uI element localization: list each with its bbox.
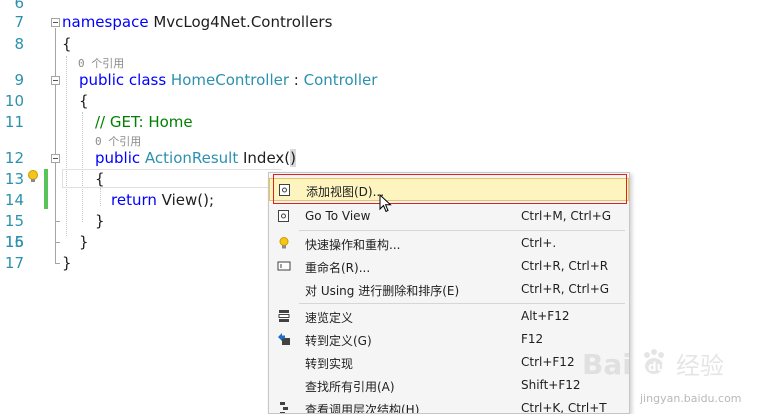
menu-separator — [299, 230, 625, 231]
keyword: namespace — [62, 13, 149, 31]
menu-item-label: 速览定义 — [305, 311, 354, 325]
codelens-references[interactable]: 0 个引用 — [78, 55, 124, 71]
indent-guide — [82, 112, 83, 222]
menu-item-shortcut: Ctrl+F12 — [521, 355, 575, 369]
menu-item-label: Go To View — [305, 209, 371, 223]
menu-item-shortcut: Shift+F12 — [521, 378, 581, 392]
watermark-brand: Bai — [582, 348, 632, 381]
menu-item-shortcut: Ctrl+R, Ctrl+G — [521, 282, 610, 296]
code-line-8[interactable]: { — [62, 35, 72, 53]
class-name: HomeController — [166, 71, 290, 89]
line-number: 15 — [4, 212, 24, 230]
code-line-16[interactable]: } — [79, 233, 89, 251]
menu-item-label: 快速操作和重构... — [305, 238, 401, 252]
indent-guide — [100, 188, 101, 206]
menu-item-remove-sort-usings[interactable]: 对 Using 进行删除和排序(E) Ctrl+R, Ctrl+G — [269, 278, 629, 301]
menu-item-go-to-view[interactable]: Go To View Ctrl+M, Ctrl+G — [269, 205, 629, 228]
indent-guide — [66, 56, 67, 236]
menu-item-label: 转到定义(G) — [305, 334, 372, 348]
menu-item-rename[interactable]: 重命名(R)... Ctrl+R, Ctrl+R — [269, 255, 629, 278]
collapse-icon[interactable] — [51, 18, 60, 27]
line-number: 12 — [4, 149, 24, 167]
outline-line — [55, 28, 56, 263]
watermark-brand-cn: 经验 — [676, 352, 724, 380]
line-number: 16 — [4, 233, 24, 251]
line-number: 6 — [14, 0, 24, 12]
menu-item-label: 重命名(R)... — [305, 261, 371, 275]
base-class-name: Controller — [303, 71, 378, 89]
go-to-view-icon — [278, 210, 289, 222]
code-line-15[interactable]: } — [95, 212, 105, 230]
code-line-10[interactable]: { — [79, 92, 89, 110]
code-line-14[interactable]: return View(); — [111, 191, 214, 209]
collapse-icon[interactable] — [51, 76, 60, 85]
line-number: 7 — [14, 13, 24, 31]
return-type: ActionResult — [140, 149, 239, 167]
watermark-site: jingyan.baidu.com — [640, 392, 742, 405]
menu-item-shortcut: F12 — [521, 332, 544, 346]
code-line-11[interactable]: // GET: Home — [95, 113, 193, 131]
code-line-9[interactable]: public class HomeController : Controller — [79, 71, 377, 89]
menu-item-go-to-implementation[interactable]: 转到实现 Ctrl+F12 — [269, 351, 629, 374]
code-line-12[interactable]: public ActionResult Index() — [95, 149, 297, 167]
menu-item-go-to-definition[interactable]: 转到定义(G) F12 — [269, 328, 629, 351]
colon: : — [289, 71, 304, 89]
line-number: 11 — [4, 113, 24, 131]
menu-item-shortcut: Ctrl+. — [521, 236, 557, 250]
code-line-7[interactable]: namespace MvcLog4Net.Controllers — [62, 13, 332, 31]
call-hierarchy-icon — [280, 402, 288, 413]
outline-end — [55, 221, 60, 222]
line-number: 10 — [4, 92, 24, 110]
keyword: return — [111, 191, 157, 209]
line-number: 9 — [14, 71, 24, 89]
codelens-references[interactable]: 0 个引用 — [95, 133, 141, 149]
code-line-13[interactable]: { — [95, 170, 105, 188]
collapse-icon[interactable] — [51, 154, 60, 163]
lightbulb-icon — [279, 237, 289, 249]
menu-item-peek-definition[interactable]: 速览定义 Alt+F12 — [269, 305, 629, 328]
line-number: 8 — [14, 35, 24, 53]
keyword: public — [95, 149, 141, 167]
code-line-17[interactable]: } — [62, 254, 72, 272]
annotation-box — [273, 174, 627, 204]
brace-match: ) — [290, 149, 297, 167]
peek-definition-icon — [278, 310, 290, 322]
menu-item-shortcut: Ctrl+M, Ctrl+G — [521, 209, 612, 223]
go-to-definition-icon — [278, 333, 290, 345]
menu-item-call-hierarchy[interactable]: 查看调用层次结构(H) Ctrl+K, Ctrl+T — [269, 397, 629, 414]
menu-item-find-all-references[interactable]: 查找所有引用(A) Shift+F12 — [269, 374, 629, 397]
statement: View(); — [156, 191, 214, 209]
context-menu[interactable]: 添加视图(D)... Go To View Ctrl+M, Ctrl+G 快速操… — [268, 172, 630, 414]
line-number: 14 — [4, 191, 24, 209]
mouse-cursor-icon — [379, 194, 392, 213]
rename-icon — [277, 261, 291, 271]
menu-item-label: 查找所有引用(A) — [305, 380, 395, 394]
outline-end — [55, 242, 60, 243]
keyword: public — [79, 71, 125, 89]
outline-end — [55, 263, 60, 264]
menu-item-label: 转到实现 — [305, 357, 354, 371]
menu-separator — [299, 303, 625, 304]
line-number: 13 — [4, 170, 24, 188]
menu-item-shortcut: Ctrl+R, Ctrl+R — [521, 259, 609, 273]
line-number: 17 — [4, 254, 24, 272]
menu-item-quick-actions[interactable]: 快速操作和重构... Ctrl+. — [269, 232, 629, 255]
change-indicator — [44, 169, 48, 209]
watermark-brand2: du — [648, 360, 665, 374]
namespace-name: MvcLog4Net.Controllers — [148, 13, 333, 31]
method-name: Index( — [238, 149, 291, 167]
menu-item-shortcut: Alt+F12 — [521, 309, 570, 323]
lightbulb-icon[interactable] — [26, 169, 40, 185]
menu-item-label: 查看调用层次结构(H) — [305, 403, 420, 414]
menu-item-label: 对 Using 进行删除和排序(E) — [305, 284, 460, 298]
keyword: class — [124, 71, 167, 89]
